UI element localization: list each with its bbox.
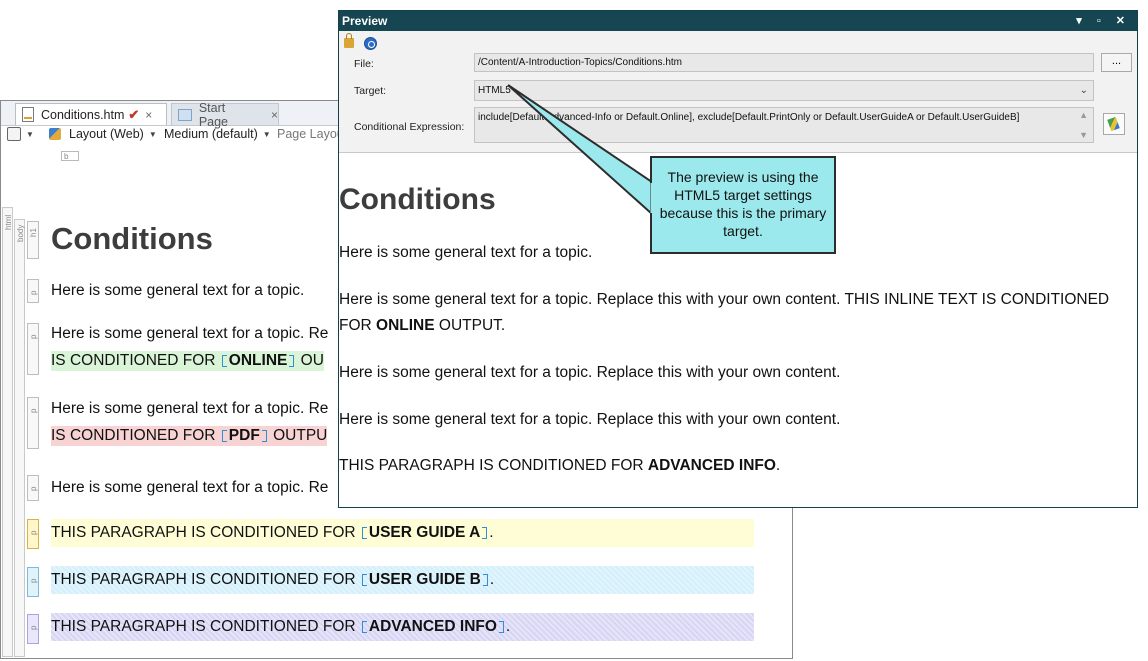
callout-pointer-joint — [650, 183, 654, 213]
